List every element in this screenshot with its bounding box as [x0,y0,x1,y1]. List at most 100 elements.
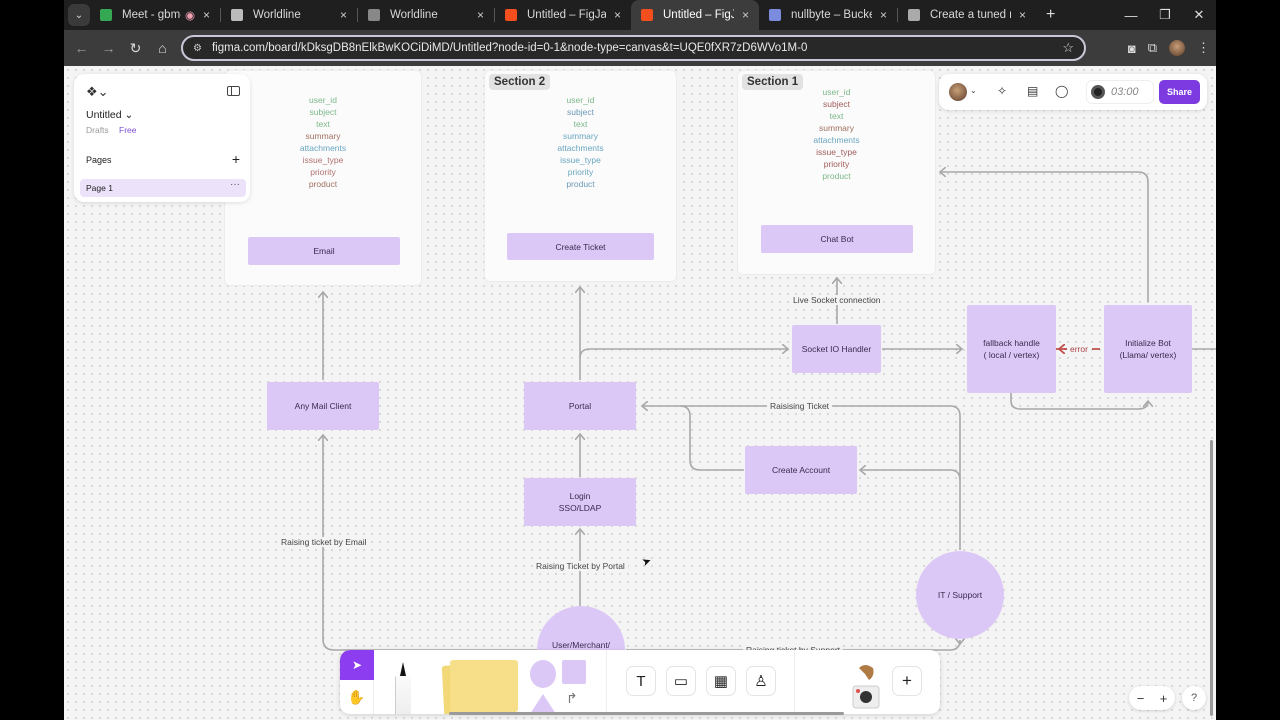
field-product[interactable]: product [485,178,676,190]
help-button[interactable]: ? [1182,686,1206,710]
close-tab-icon[interactable]: × [742,8,749,22]
user-avatar[interactable] [949,83,967,101]
field-text[interactable]: text [738,110,935,122]
figjam-canvas[interactable]: user_id subject text summary attachments issu… [64,66,1216,720]
zoom-in-button[interactable]: + [1152,686,1175,710]
vertical-scrollbar[interactable] [1210,440,1213,716]
text-tool-icon[interactable]: T [626,666,656,696]
field-user-id[interactable]: user_id [738,86,935,98]
field-product[interactable]: product [225,178,421,190]
browser-tab[interactable]: Create a tuned mode × [898,0,1036,30]
section-email[interactable]: user_id subject text summary attachments issu… [224,70,422,286]
label-error[interactable]: error [1067,344,1091,354]
node-create-account[interactable]: Create Account [745,446,857,494]
node-portal[interactable]: Portal [524,382,636,430]
close-tab-icon[interactable]: × [1019,8,1026,22]
close-tab-icon[interactable]: × [203,8,210,22]
comment-icon[interactable]: ◯ [1055,84,1068,98]
label-raising-ticket-by-email[interactable]: Raising ticket by Email [278,537,370,547]
share-button[interactable]: Share [1159,80,1200,104]
browser-tab[interactable]: Worldline × [221,0,357,30]
node-fallback-handle[interactable]: fallback handle ( local / vertex) [967,305,1056,393]
field-issue-type[interactable]: issue_type [738,146,935,158]
close-tab-icon[interactable]: × [880,8,887,22]
field-subject[interactable]: subject [485,106,676,118]
minimize-button[interactable]: — [1114,0,1148,30]
plan-badge[interactable]: Free [119,125,136,135]
node-create-ticket[interactable]: Create Ticket [507,233,654,260]
field-issue-type[interactable]: issue_type [485,154,676,166]
reload-icon[interactable]: ↻ [122,40,149,57]
forward-icon[interactable]: → [95,40,122,56]
page-more-icon[interactable]: ··· [230,179,240,190]
node-email[interactable]: Email [248,237,400,265]
extensions-icon[interactable]: ⧉ [1148,40,1157,56]
label-raising-ticket[interactable]: Raisising Ticket [767,401,833,411]
browser-tab[interactable]: Untitled – FigJam × [495,0,631,30]
close-tab-icon[interactable]: × [477,8,484,22]
field-subject[interactable]: subject [225,106,421,118]
field-attachments[interactable]: attachments [225,142,421,154]
file-name[interactable]: Untitled ⌄ [86,109,133,121]
table-tool-icon[interactable]: ▦ [706,666,736,696]
node-initialize-bot[interactable]: Initialize Bot (Llama/ vertex) [1104,305,1192,393]
url-text[interactable]: figma.com/board/kDksgDB8nElkBwKOCiDiMD/U… [212,42,1062,54]
label-raising-ticket-by-portal[interactable]: Raising Ticket by Portal [533,561,628,571]
tab-search-button[interactable]: ⌄ [68,4,90,26]
node-login-sso-ldap[interactable]: Login SSO/LDAP [524,478,636,526]
field-summary[interactable]: summary [225,130,421,142]
stamp-tool-icon[interactable]: ♙ [746,666,776,696]
connector-tool-icon[interactable]: ↱ [566,690,578,707]
field-attachments[interactable]: attachments [738,134,935,146]
timer[interactable]: 03:00 [1086,80,1154,104]
page-item[interactable]: Page 1 ··· [80,179,246,197]
hand-tool-icon[interactable]: ✋ [340,680,374,714]
circle-shape-icon[interactable] [530,660,556,688]
address-bar[interactable]: ⚙ figma.com/board/kDksgDB8nElkBwKOCiDiMD… [181,35,1086,61]
incognito-icon[interactable]: ◙ [1128,41,1136,56]
browser-tab[interactable]: Meet - gbm-nuv◉ × [90,0,220,30]
browser-tab[interactable]: nullbyte – Bucket de × [759,0,897,30]
back-icon[interactable]: ← [68,40,95,56]
field-summary[interactable]: summary [738,122,935,134]
new-tab-button[interactable]: + [1036,6,1065,24]
node-any-mail-client[interactable]: Any Mail Client [267,382,379,430]
horizontal-scrollbar[interactable] [449,712,844,715]
select-tool-icon[interactable]: ➤ [340,650,374,680]
site-info-icon[interactable]: ⚙ [193,43,202,54]
profile-avatar[interactable] [1169,40,1185,56]
field-user-id[interactable]: user_id [225,94,421,106]
field-summary[interactable]: summary [485,130,676,142]
browser-menu-icon[interactable]: ⋮ [1197,40,1210,56]
field-priority[interactable]: priority [738,158,935,170]
node-socket-io-handler[interactable]: Socket IO Handler [792,325,881,373]
layout-icon[interactable]: ▤ [1027,84,1038,98]
bookmark-star-icon[interactable]: ☆ [1062,40,1074,56]
field-attachments[interactable]: attachments [485,142,676,154]
figma-menu-icon[interactable]: ❖⌄ [86,84,109,100]
zoom-out-button[interactable]: − [1129,686,1152,710]
add-page-button[interactable]: + [232,151,240,167]
browser-tab[interactable]: Worldline × [358,0,494,30]
more-tools-button[interactable]: + [892,666,922,696]
ai-sparkle-icon[interactable]: ✧ [997,84,1007,98]
node-chat-bot[interactable]: Chat Bot [761,225,913,253]
browser-tab[interactable]: Untitled – FigJam × [631,0,759,30]
file-location[interactable]: Drafts [86,125,109,135]
field-priority[interactable]: priority [485,166,676,178]
toggle-sidebar-icon[interactable] [227,86,240,96]
restore-button[interactable]: ❐ [1148,0,1182,30]
field-priority[interactable]: priority [225,166,421,178]
field-text[interactable]: text [485,118,676,130]
section-2-label[interactable]: Section 2 [489,74,551,90]
home-icon[interactable]: ⌂ [149,40,176,56]
field-issue-type[interactable]: issue_type [225,154,421,166]
triangle-shape-icon[interactable] [530,694,556,714]
section-1[interactable]: Section 1 user_id subject text summary attac… [737,70,936,275]
close-window-button[interactable]: ✕ [1182,0,1216,30]
section-tool-icon[interactable]: ▭ [666,666,696,696]
field-text[interactable]: text [225,118,421,130]
section-2[interactable]: Section 2 user_id subject text summary attac… [484,70,677,282]
label-live-socket-connection[interactable]: Live Socket connection [790,295,884,305]
field-user-id[interactable]: user_id [485,94,676,106]
